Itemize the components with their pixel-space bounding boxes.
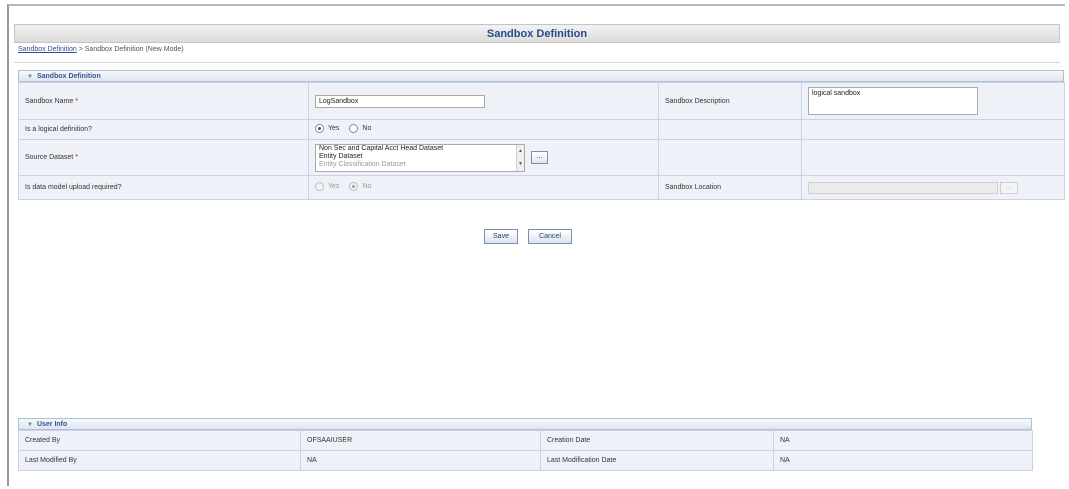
- data-model-upload-no-label: No: [362, 183, 372, 190]
- logical-definition-cell: Yes No: [308, 119, 659, 140]
- section-header-sandbox-definition[interactable]: ▼ Sandbox Definition: [18, 70, 1064, 82]
- sandbox-location-input[interactable]: [808, 181, 998, 194]
- list-item[interactable]: Non Sec and Capital Acct Head Dataset: [316, 145, 524, 153]
- logical-definition-yes-radio[interactable]: [315, 124, 324, 133]
- user-info-table: Created By OFSAAIUSER Creation Date NA L…: [18, 430, 1033, 471]
- source-dataset-cell: Non Sec and Capital Acct Head Dataset En…: [308, 139, 659, 176]
- save-button[interactable]: Save: [484, 229, 518, 244]
- logical-definition-label: Is a logical definition?: [18, 119, 309, 140]
- sandbox-location-cell: ...: [801, 175, 1065, 200]
- required-marker: *: [75, 154, 78, 161]
- data-model-upload-yes-radio[interactable]: [315, 182, 324, 191]
- listbox-scrollbar[interactable]: ▲ ▼: [516, 144, 524, 171]
- section-title: Sandbox Definition: [36, 73, 101, 80]
- last-modification-date-value: NA: [773, 450, 1033, 471]
- source-dataset-browse-button[interactable]: ...: [530, 151, 548, 164]
- sandbox-description-cell: logical sandbox: [801, 82, 1065, 120]
- breadcrumb: Sandbox Definition > Sandbox Definition …: [18, 46, 184, 53]
- last-modification-date-label: Last Modification Date: [540, 450, 774, 471]
- data-model-upload-cell: Yes No: [308, 175, 659, 200]
- section-header-user-info[interactable]: ▼ User Info: [18, 418, 1032, 430]
- data-model-upload-label: Is data model upload required?: [18, 175, 309, 200]
- sandbox-description-label: Sandbox Description: [658, 82, 802, 120]
- sandbox-name-input[interactable]: LogSandbox: [315, 94, 485, 108]
- sandbox-name-label: Sandbox Name *: [18, 82, 309, 120]
- logical-definition-yes-label: Yes: [328, 125, 340, 132]
- empty-cell: [658, 119, 802, 140]
- source-dataset-label: Source Dataset *: [18, 139, 309, 176]
- source-dataset-listbox[interactable]: Non Sec and Capital Acct Head Dataset En…: [315, 143, 525, 172]
- breadcrumb-current: Sandbox Definition (New Mode): [84, 46, 184, 53]
- empty-cell: [658, 139, 802, 176]
- empty-cell: [801, 119, 1065, 140]
- logical-definition-no-label: No: [362, 125, 372, 132]
- list-item[interactable]: Entity Classification Dataset: [316, 161, 524, 169]
- creation-date-value: NA: [773, 430, 1033, 451]
- header-divider: [14, 62, 1060, 63]
- created-by-label: Created By: [18, 430, 301, 451]
- breadcrumb-link-sandbox-definition[interactable]: Sandbox Definition: [18, 46, 77, 53]
- list-item[interactable]: Entity Dataset: [316, 153, 524, 161]
- sandbox-location-label: Sandbox Location: [658, 175, 802, 200]
- sandbox-name-cell: LogSandbox: [308, 82, 659, 120]
- created-by-value: OFSAAIUSER: [300, 430, 541, 451]
- last-modified-by-value: NA: [300, 450, 541, 471]
- breadcrumb-separator: >: [78, 46, 83, 53]
- data-model-upload-no-radio[interactable]: [349, 182, 359, 191]
- empty-cell: [801, 139, 1065, 176]
- data-model-upload-yes-label: Yes: [328, 183, 340, 190]
- sandbox-location-browse-button[interactable]: ...: [1000, 181, 1018, 194]
- last-modified-by-label: Last Modified By: [18, 450, 301, 471]
- required-marker: *: [75, 97, 78, 105]
- logical-definition-no-radio[interactable]: [349, 124, 359, 133]
- cancel-button[interactable]: Cancel: [528, 229, 572, 244]
- sandbox-description-textarea[interactable]: logical sandbox: [808, 87, 978, 115]
- section-title: User Info: [36, 421, 68, 428]
- sandbox-definition-form: Sandbox Name * LogSandbox Sandbox Descri…: [18, 82, 1065, 200]
- creation-date-label: Creation Date: [540, 430, 774, 451]
- page-title: Sandbox Definition: [14, 24, 1060, 43]
